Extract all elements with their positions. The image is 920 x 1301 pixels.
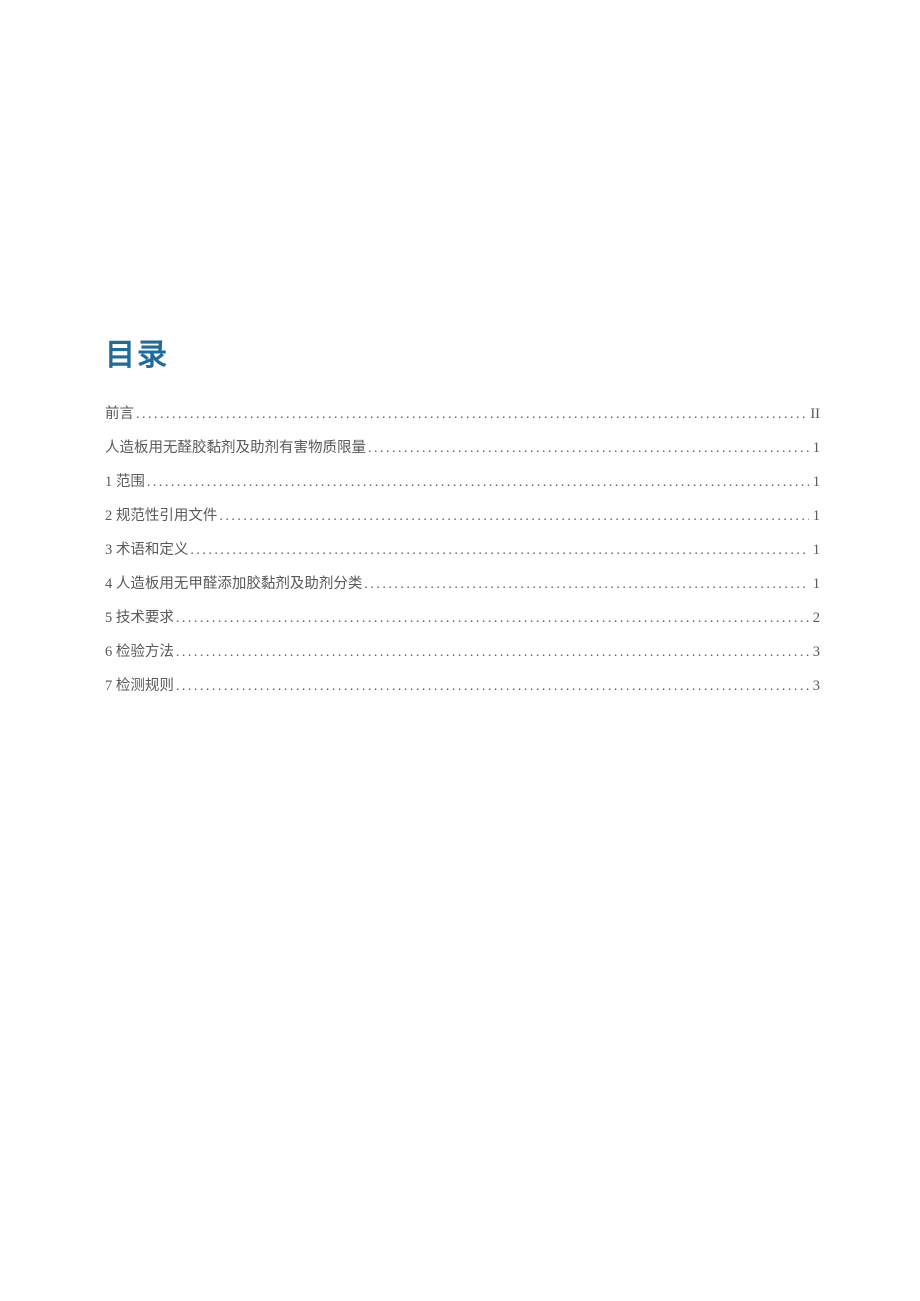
toc-entry: 7 检测规则 3	[105, 674, 820, 695]
toc-entry-label: 2 规范性引用文件	[105, 504, 217, 525]
toc-entry-page: 1	[811, 508, 820, 525]
toc-entry-page: 1	[811, 474, 820, 491]
page-content: 目录 前言 II 人造板用无醛胶黏剂及助剂有害物质限量 1 1 范围 1 2 规…	[0, 0, 920, 695]
toc-entry-page: 1	[811, 576, 820, 593]
toc-entry: 1 范围 1	[105, 470, 820, 491]
toc-entry-page: 2	[811, 610, 820, 627]
toc-dot-leader	[364, 577, 808, 593]
toc-entry: 3 术语和定义 1	[105, 538, 820, 559]
toc-entry-page: 3	[811, 644, 820, 661]
toc-entry-page: 3	[811, 678, 820, 695]
toc-entry-label: 5 技术要求	[105, 606, 174, 627]
toc-entry: 2 规范性引用文件 1	[105, 504, 820, 525]
toc-entry-label: 1 范围	[105, 470, 145, 491]
toc-entry: 6 检验方法 3	[105, 640, 820, 661]
toc-entry: 人造板用无醛胶黏剂及助剂有害物质限量 1	[105, 436, 820, 457]
toc-dot-leader	[176, 679, 809, 695]
toc-entry-page: 1	[811, 440, 820, 457]
toc-entry: 5 技术要求 2	[105, 606, 820, 627]
toc-entry: 前言 II	[105, 402, 820, 423]
toc-entry-page: II	[808, 406, 820, 423]
toc-entry-label: 3 术语和定义	[105, 538, 188, 559]
toc-dot-leader	[176, 611, 809, 627]
toc-dot-leader	[219, 509, 808, 525]
toc-dot-leader	[136, 407, 806, 423]
toc-dot-leader	[147, 475, 809, 491]
toc-entry-label: 人造板用无醛胶黏剂及助剂有害物质限量	[105, 436, 366, 457]
toc-entry-label: 7 检测规则	[105, 674, 174, 695]
toc-entry-label: 6 检验方法	[105, 640, 174, 661]
toc-entry-label: 前言	[105, 402, 134, 423]
toc-dot-leader	[190, 543, 808, 559]
toc-dot-leader	[368, 441, 809, 457]
toc-entry-page: 1	[811, 542, 820, 559]
toc-entry: 4 人造板用无甲醛添加胶黏剂及助剂分类 1	[105, 572, 820, 593]
toc-title: 目录	[105, 330, 820, 374]
toc-entry-label: 4 人造板用无甲醛添加胶黏剂及助剂分类	[105, 572, 362, 593]
toc-dot-leader	[176, 645, 809, 661]
